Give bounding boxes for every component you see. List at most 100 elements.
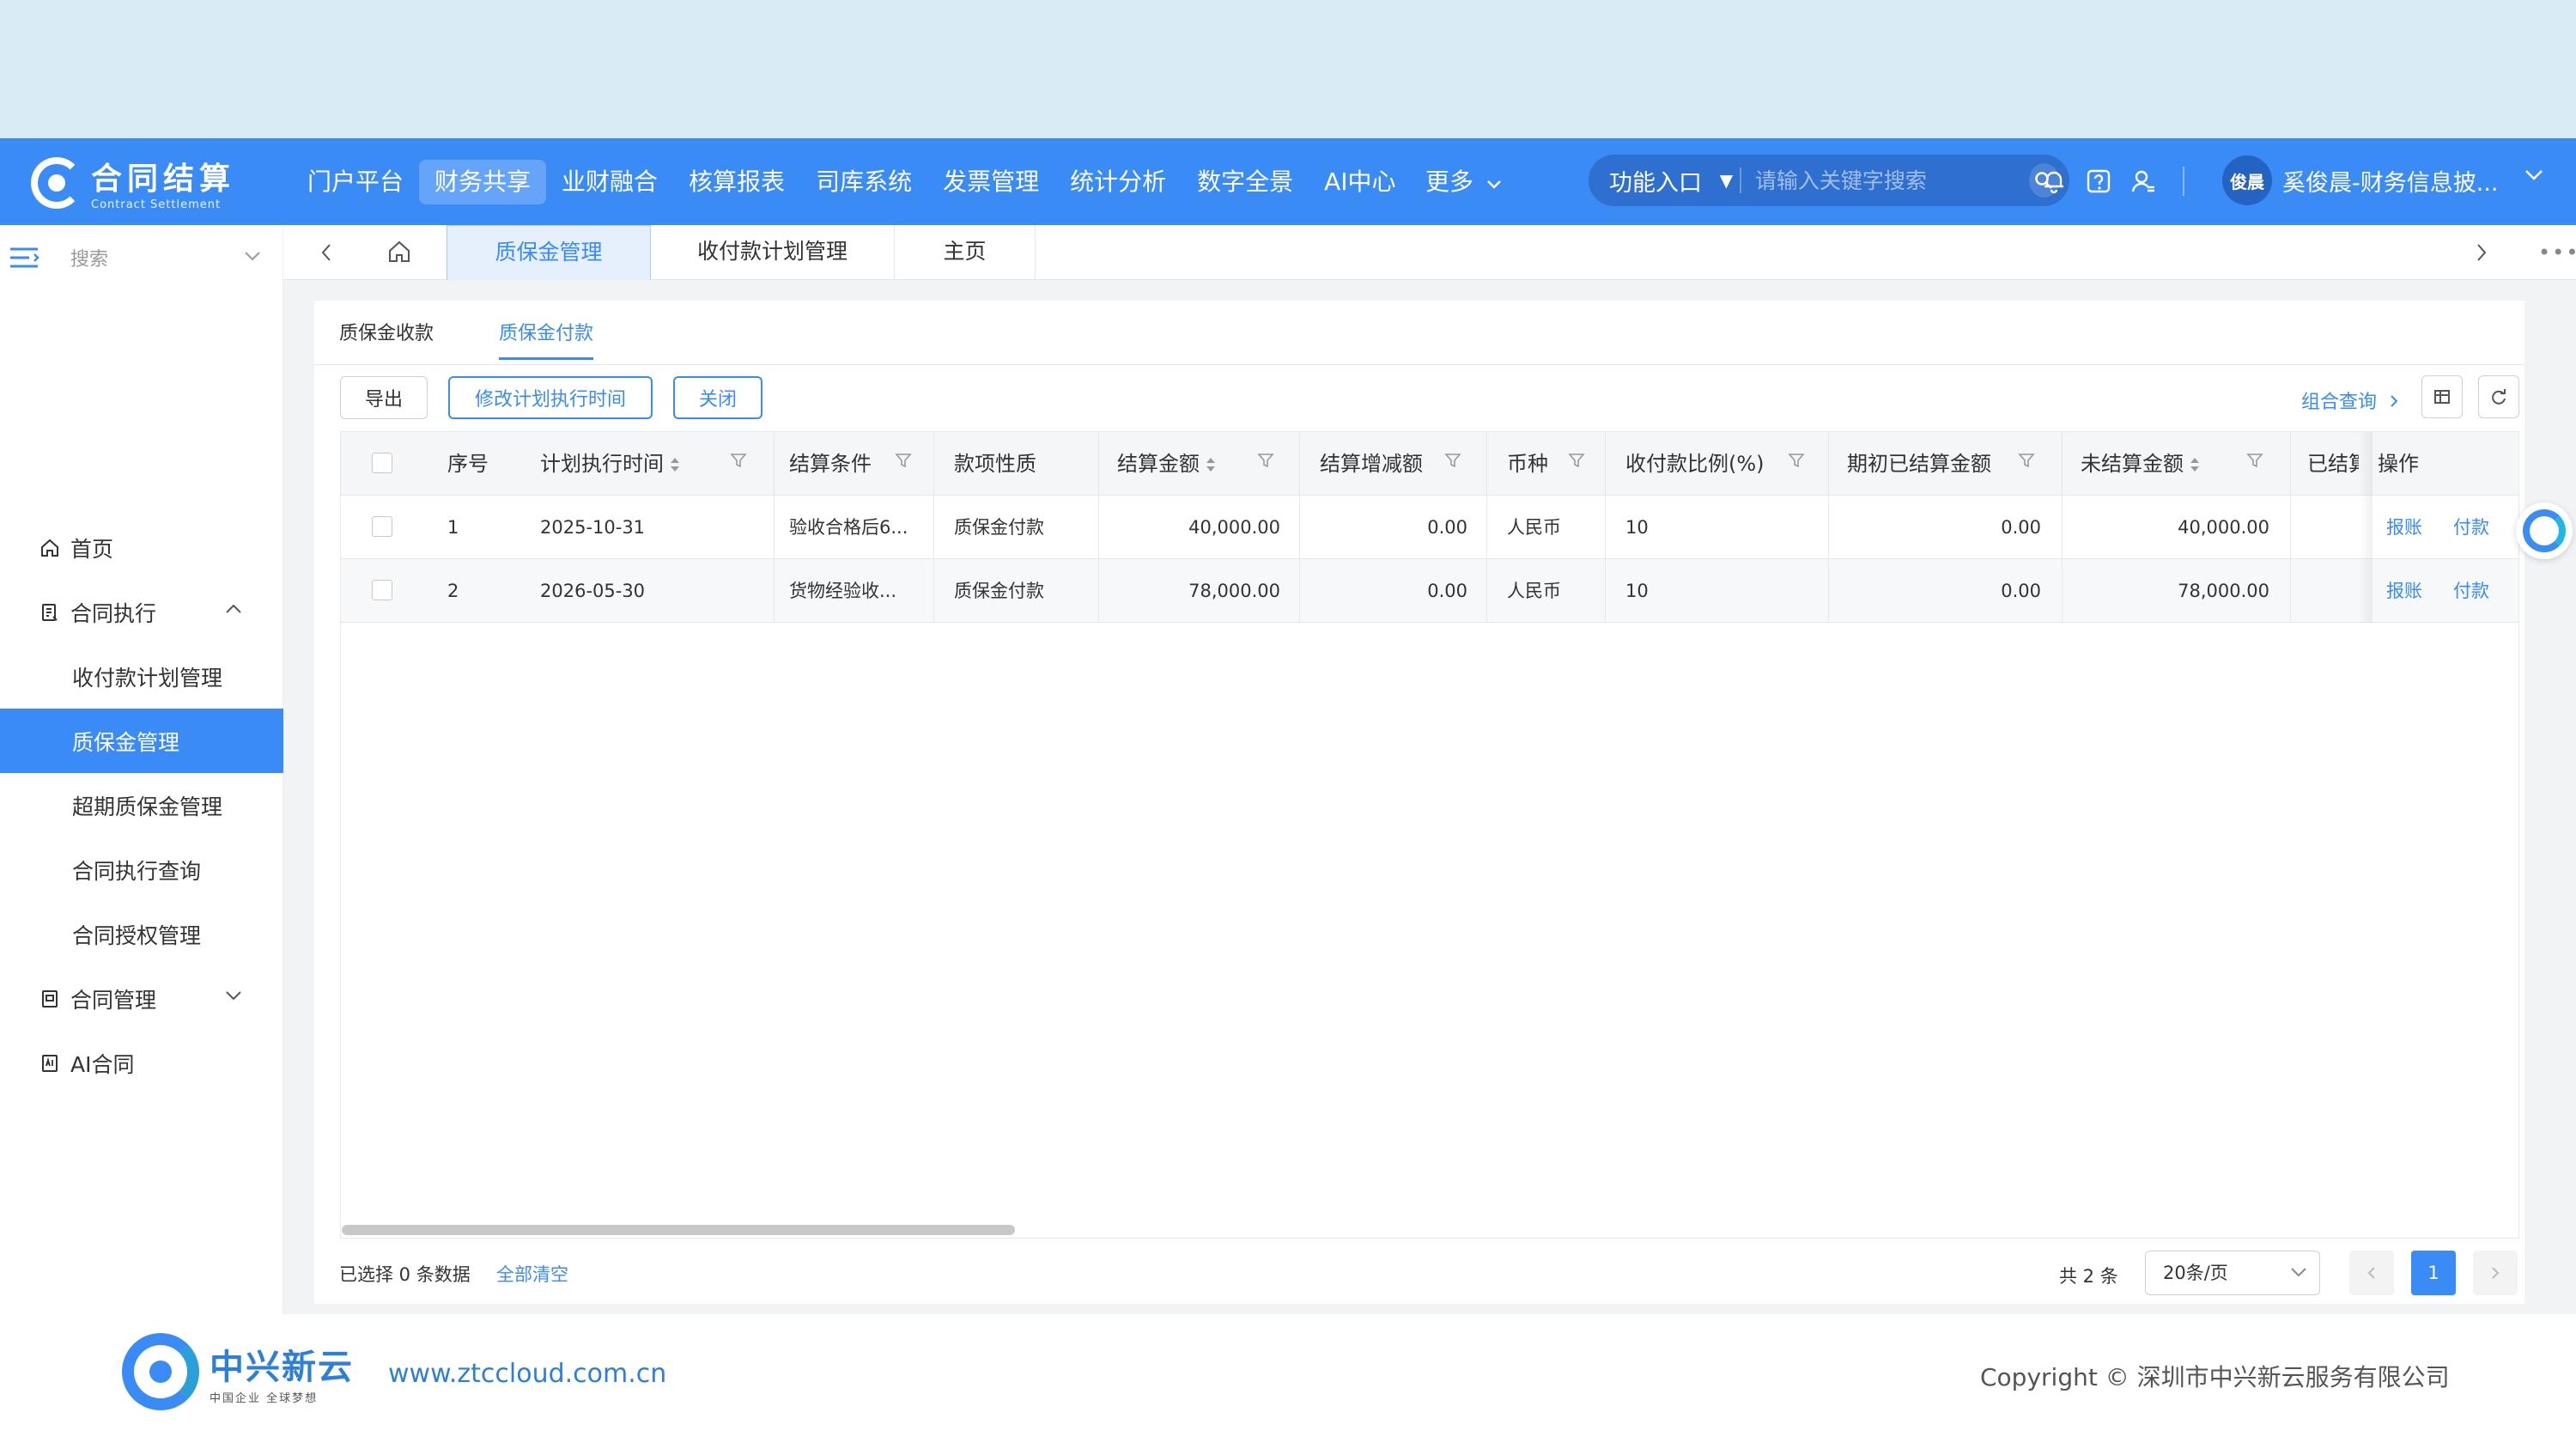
sort-icon[interactable] — [669, 455, 681, 474]
col-header-unsettled[interactable]: 未结算金额 — [2081, 432, 2201, 496]
filter-icon[interactable] — [1567, 451, 1586, 470]
more-options-icon[interactable]: ••• — [2538, 240, 2576, 265]
nav-invoice[interactable]: 发票管理 — [927, 160, 1054, 204]
footer-copyright: Copyright © 深圳市中兴新云服务有限公司 — [1980, 1363, 2450, 1391]
chevron-right-icon[interactable] — [2470, 240, 2494, 265]
cell-no: 2 — [447, 581, 459, 601]
sidebar-item-retention-management[interactable]: 质保金管理 — [0, 709, 283, 773]
sidebar-item-home[interactable]: 首页 — [0, 515, 283, 580]
prev-page-button[interactable] — [2349, 1251, 2394, 1295]
sidebar-search[interactable]: 搜索 — [0, 225, 283, 290]
next-page-button[interactable] — [2473, 1251, 2518, 1295]
page-size-select[interactable]: 20条/页 — [2145, 1251, 2320, 1295]
chevron-right-icon — [2391, 395, 2398, 407]
keyword-search-input[interactable] — [1753, 167, 2029, 194]
col-header-no: 序号 — [447, 452, 489, 476]
clear-all-link[interactable]: 全部清空 — [496, 1261, 568, 1287]
divider — [774, 432, 775, 496]
nav-more[interactable]: 更多 — [1425, 160, 1502, 204]
cell-ratio: 10 — [1625, 581, 1649, 601]
table-columns-icon — [2434, 390, 2450, 404]
divider — [2290, 496, 2291, 559]
user-settings-icon[interactable] — [2128, 166, 2159, 197]
divider — [1605, 559, 1606, 623]
help-icon[interactable] — [2083, 166, 2114, 197]
nav-treasury[interactable]: 司库系统 — [800, 160, 927, 204]
export-button[interactable]: 导出 — [340, 376, 428, 419]
horizontal-scrollbar[interactable] — [342, 1225, 1015, 1235]
tab-retention-management[interactable]: 质保金管理 — [447, 225, 651, 280]
modify-plan-time-button[interactable]: 修改计划执行时间 — [448, 376, 653, 419]
chevron-down-icon — [2291, 1268, 2306, 1277]
cell-ratio: 10 — [1625, 517, 1649, 538]
filter-icon[interactable] — [1256, 451, 1275, 470]
filter-icon[interactable] — [2245, 451, 2264, 470]
column-settings-button[interactable] — [2421, 375, 2463, 418]
divider — [2062, 432, 2063, 496]
col-header-plan-time[interactable]: 计划执行时间 — [540, 432, 681, 496]
nav-accounting-report[interactable]: 核算报表 — [673, 160, 800, 204]
reimburse-link[interactable]: 报账 — [2386, 559, 2422, 623]
close-button[interactable]: 关闭 — [673, 376, 762, 419]
divider — [2290, 432, 2291, 496]
chevron-down-icon[interactable] — [2524, 169, 2543, 181]
filter-icon[interactable] — [1787, 451, 1806, 470]
caret-down-icon[interactable]: ▼ — [1720, 170, 1733, 191]
bell-icon[interactable] — [2038, 166, 2069, 197]
sidebar-item-contract-management[interactable]: 合同管理 — [0, 966, 283, 1031]
subtab-retention-payment[interactable]: 质保金付款 — [499, 318, 594, 360]
filter-icon[interactable] — [729, 451, 748, 470]
tab-home[interactable]: 主页 — [895, 225, 1036, 280]
app-logo[interactable]: 合同结算 Contract Settlement — [31, 154, 235, 211]
row-checkbox[interactable] — [372, 580, 392, 600]
assistant-float-button[interactable] — [2516, 502, 2573, 559]
col-header-actions: 操作 — [2378, 452, 2419, 476]
sidebar-item-execution-query[interactable]: 合同执行查询 — [0, 837, 283, 902]
home-icon[interactable] — [386, 239, 412, 268]
pay-link[interactable]: 付款 — [2453, 559, 2489, 623]
sidebar-item-overdue-retention[interactable]: 超期质保金管理 — [0, 773, 283, 837]
page-number-button[interactable]: 1 — [2411, 1251, 2456, 1295]
chevron-up-icon — [226, 604, 241, 613]
filter-icon[interactable] — [894, 451, 913, 470]
chevron-left-icon[interactable] — [314, 240, 338, 265]
sidebar-item-label: 收付款计划管理 — [72, 665, 223, 691]
row-checkbox[interactable] — [372, 516, 392, 537]
reimburse-link[interactable]: 报账 — [2386, 496, 2422, 559]
col-header-ratio: 收付款比例(%) — [1625, 452, 1765, 476]
filter-icon[interactable] — [1443, 451, 1462, 470]
sidebar-item-authorization[interactable]: 合同授权管理 — [0, 902, 283, 966]
select-all-checkbox[interactable] — [372, 453, 392, 473]
sidebar-item-contract-execution[interactable]: 合同执行 — [0, 580, 283, 644]
nav-digital-panorama[interactable]: 数字全景 — [1182, 160, 1309, 204]
tab-payment-plan[interactable]: 收付款计划管理 — [651, 225, 895, 280]
menu-collapse-icon[interactable] — [9, 246, 39, 270]
footer-logo: 中兴新云 中国企业 全球梦想 — [122, 1333, 354, 1410]
divider — [1486, 496, 1487, 559]
nav-finance-share[interactable]: 财务共享 — [419, 160, 547, 204]
divider — [933, 496, 934, 559]
nav-more-label: 更多 — [1425, 167, 1474, 196]
refresh-button[interactable] — [2478, 375, 2519, 418]
nav-ai-center[interactable]: AI中心 — [1309, 160, 1411, 204]
nav-business-finance[interactable]: 业财融合 — [546, 160, 673, 204]
sort-icon[interactable] — [2189, 455, 2201, 474]
function-entry-dropdown[interactable]: 功能入口 — [1589, 164, 1727, 198]
divider — [1605, 496, 1606, 559]
cell-plan-time: 2026-05-30 — [540, 581, 646, 601]
subtab-retention-receipt[interactable]: 质保金收款 — [339, 318, 434, 360]
nav-statistics[interactable]: 统计分析 — [1054, 160, 1182, 204]
sidebar-item-ai-contract[interactable]: AI合同 — [0, 1031, 283, 1095]
filter-icon[interactable] — [2017, 451, 2036, 470]
combo-query-link[interactable]: 组合查询 — [2301, 387, 2398, 414]
user-menu[interactable]: 俊晨 奚俊晨-财务信息披... — [2222, 155, 2499, 205]
footer-url[interactable]: www.ztccloud.com.cn — [388, 1359, 666, 1389]
sort-icon[interactable] — [1205, 455, 1217, 474]
col-header-amount[interactable]: 结算金额 — [1117, 432, 1217, 496]
nav-portal[interactable]: 门户平台 — [292, 160, 419, 204]
pay-link[interactable]: 付款 — [2453, 496, 2489, 559]
top-header: 合同结算 Contract Settlement 门户平台 财务共享 业财融合 … — [0, 138, 2576, 225]
col-header-nature: 款项性质 — [954, 452, 1036, 476]
cell-delta: 0.00 — [1427, 517, 1467, 538]
sidebar-item-payment-plan[interactable]: 收付款计划管理 — [0, 644, 283, 709]
